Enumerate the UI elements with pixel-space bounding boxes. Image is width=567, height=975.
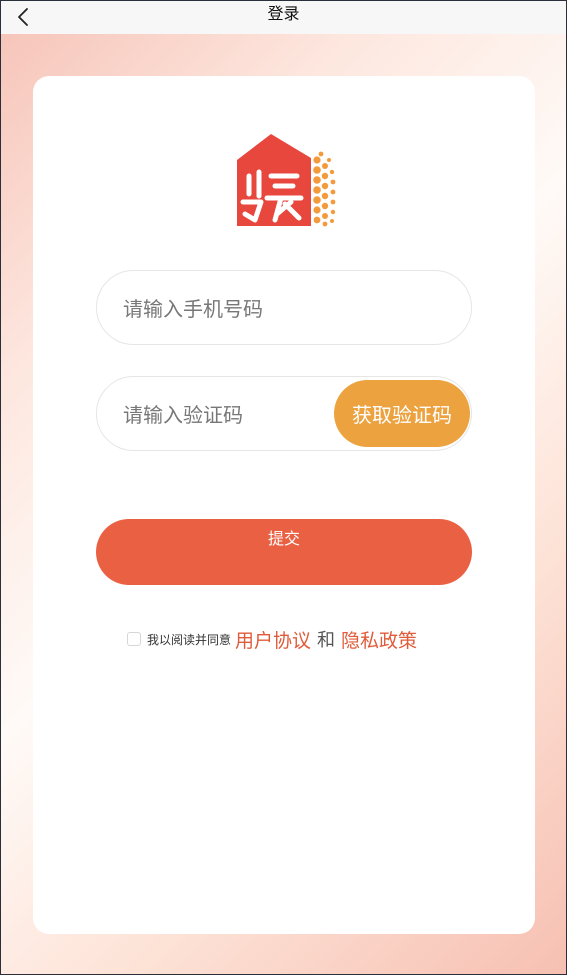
agreement-and: 和 xyxy=(317,630,336,651)
agreement-prefix: 我以阅读并同意 xyxy=(147,632,232,647)
app-frame: 登录 请输入手机号码 请输入验证码 获取验证码 提交 我以阅读并同意 用户协议 … xyxy=(0,0,567,975)
phone-input[interactable] xyxy=(121,271,425,346)
get-code-button[interactable]: 获取验证码 xyxy=(334,380,470,447)
top-bar: 登录 xyxy=(1,1,566,34)
user-agreement-link[interactable]: 用户协议 xyxy=(235,626,311,653)
agreement-row: 我以阅读并同意 用户协议 和 隐私政策 xyxy=(127,626,417,653)
page-title: 登录 xyxy=(267,4,300,23)
submit-button[interactable]: 提交 xyxy=(96,519,472,585)
phone-field xyxy=(96,270,472,346)
code-field: 获取验证码 xyxy=(96,376,472,452)
brand-logo-icon xyxy=(233,132,339,228)
code-input[interactable] xyxy=(121,377,315,452)
privacy-policy-link[interactable]: 隐私政策 xyxy=(341,626,417,653)
agree-checkbox[interactable] xyxy=(127,632,141,646)
